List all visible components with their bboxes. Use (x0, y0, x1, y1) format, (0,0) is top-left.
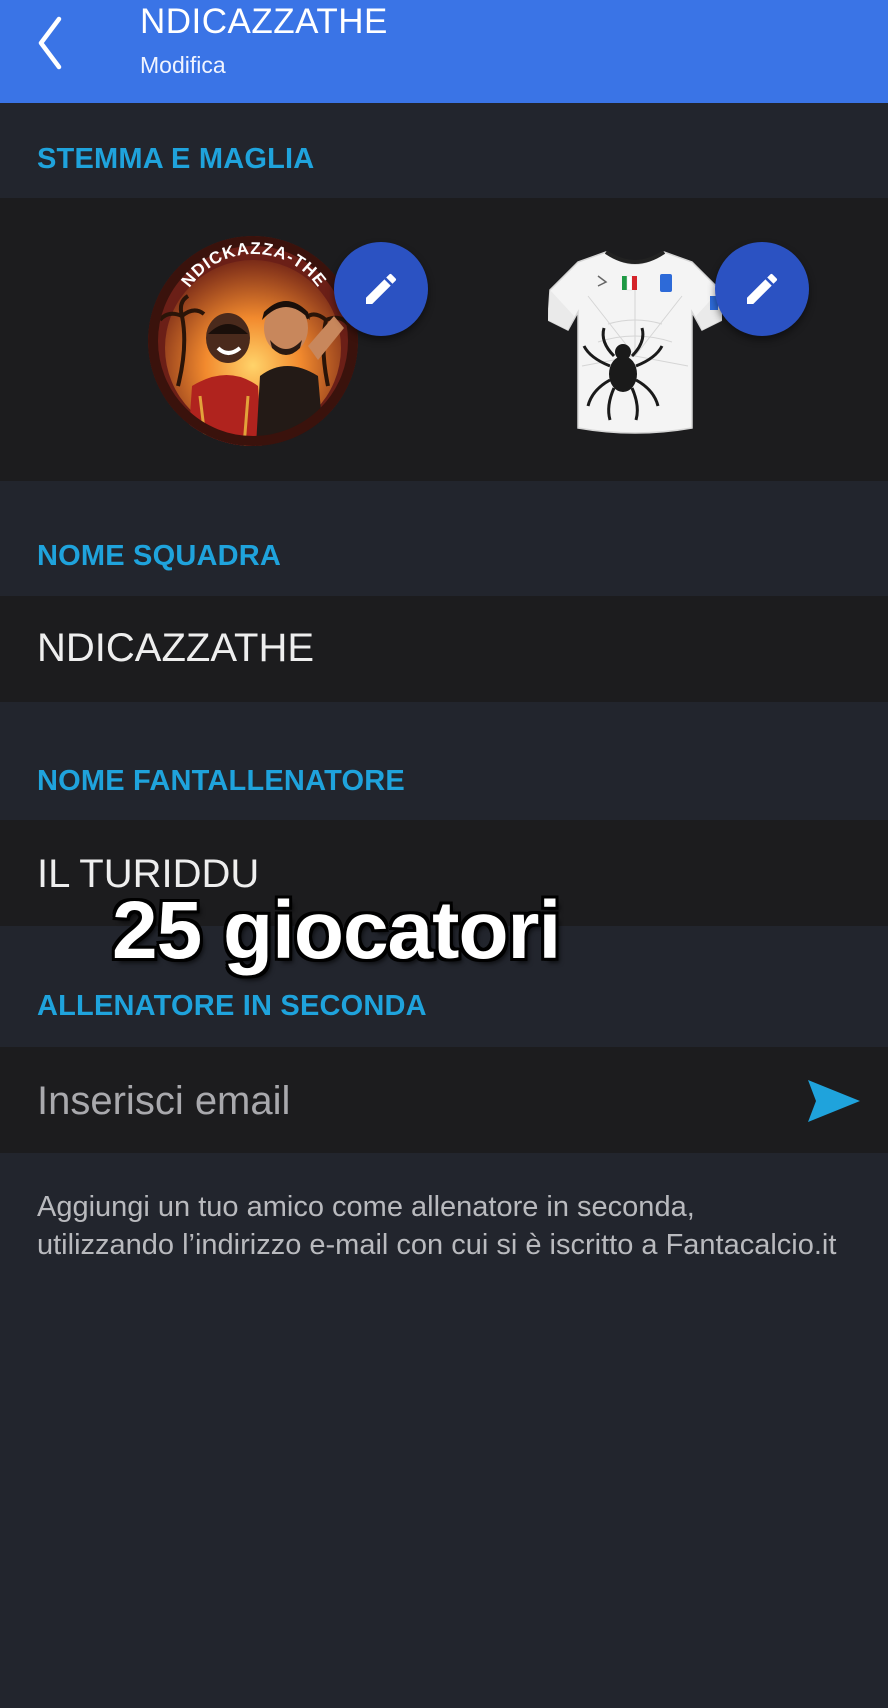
send-invite-button[interactable] (804, 1076, 864, 1126)
assistant-email-field[interactable]: Inserisci email (0, 1047, 888, 1153)
team-crest-image[interactable]: NDICKAZZA-THE (148, 236, 358, 446)
team-name-field[interactable]: NDICAZZATHE (0, 596, 888, 702)
app-bar: NDICAZZATHE Modifica (0, 0, 888, 103)
chevron-left-icon (38, 16, 62, 70)
assistant-help-text: Aggiungi un tuo amico come allenatore in… (37, 1191, 837, 1261)
send-icon (808, 1080, 860, 1122)
team-name-value: NDICAZZATHE (37, 626, 315, 670)
team-kit-image[interactable] (547, 246, 723, 434)
page-subtitle: Modifica (140, 52, 226, 78)
section-label-assistant-coach: ALLENATORE IN SECONDA (37, 990, 427, 1022)
back-button[interactable] (30, 8, 70, 78)
page-title: NDICAZZATHE (140, 2, 388, 41)
section-label-crest-kit: STEMMA E MAGLIA (37, 143, 315, 175)
edit-kit-button[interactable] (715, 242, 809, 336)
pencil-icon (366, 273, 397, 304)
pencil-icon (747, 273, 778, 304)
edit-crest-button[interactable] (334, 242, 428, 336)
overlay-caption: 25 giocatori (112, 885, 561, 976)
section-label-team-name: NOME SQUADRA (37, 540, 282, 572)
email-input-placeholder: Inserisci email (37, 1079, 291, 1123)
crest-kit-panel (0, 198, 888, 481)
section-label-coach-name: NOME FANTALLENATORE (37, 765, 405, 797)
